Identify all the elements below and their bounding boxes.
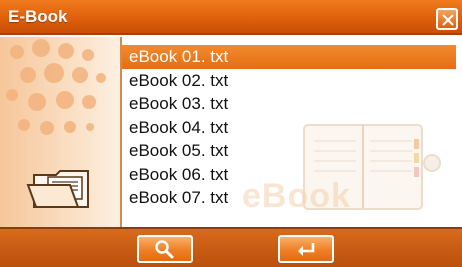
decor-dot [32,39,50,57]
file-list: eBook 01. txt eBook 02. txt eBook 03. tx… [122,45,462,210]
enter-button[interactable] [278,235,334,263]
close-icon [442,14,454,26]
file-list-area: eBook eBook 01. txt eBook 02. txt eBook … [122,37,462,227]
search-button[interactable] [137,235,193,263]
decor-dot [96,73,106,83]
file-list-item[interactable]: eBook 07. txt [122,186,462,210]
decor-dot [72,67,88,83]
title-bar: E-Book [0,0,462,35]
bottom-toolbar [0,227,462,267]
close-button[interactable] [436,8,458,30]
decor-dot [58,43,74,59]
decor-dot [56,91,74,109]
decor-dot [82,49,94,61]
decor-dot [6,89,18,101]
search-icon [155,240,174,259]
decor-dot [20,67,36,83]
decor-dot [10,45,24,59]
decor-dot [64,121,76,133]
decor-dot [86,123,94,131]
decor-dot [44,63,64,83]
window-title: E-Book [8,7,68,26]
decor-dot [40,121,54,135]
decor-dot [82,95,96,109]
file-list-item[interactable]: eBook 03. txt [122,92,462,116]
decor-dot [18,119,30,131]
enter-icon [298,243,315,256]
file-list-item-selected[interactable]: eBook 01. txt [122,45,456,69]
ebook-window: E-Book eBook eBook 01. txt eBook 02. txt… [0,0,462,267]
decor-dot [28,93,46,111]
side-decoration-panel [0,37,120,227]
folder-icon [26,170,89,208]
file-list-item[interactable]: eBook 05. txt [122,139,462,163]
file-list-item[interactable]: eBook 04. txt [122,116,462,140]
file-list-item[interactable]: eBook 02. txt [122,69,462,93]
file-list-item[interactable]: eBook 06. txt [122,163,462,187]
